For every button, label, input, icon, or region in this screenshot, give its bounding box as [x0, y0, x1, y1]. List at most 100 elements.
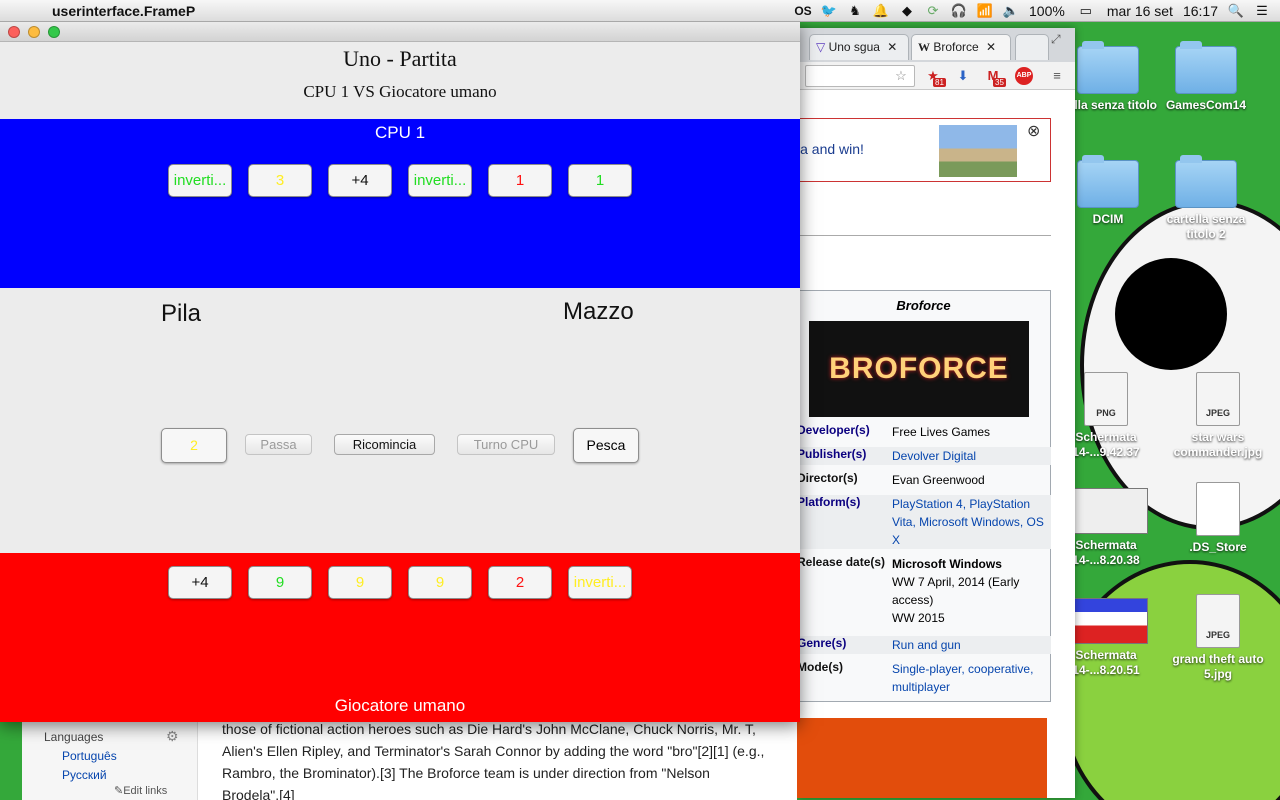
infobox-value[interactable]: Devolver Digital — [892, 447, 1051, 465]
folder-icon — [1175, 155, 1237, 208]
close-window-button[interactable] — [8, 26, 20, 38]
desktop-icon-jpeg-1[interactable]: JPEG star wars commander.jpg — [1168, 372, 1268, 460]
desktop-icon-label: cartella senza titolo 2 — [1166, 212, 1246, 241]
volume-icon[interactable]: 🔈 — [1003, 3, 1019, 19]
fullscreen-icon[interactable]: ⤢ — [1051, 32, 1061, 47]
browser-window: ▽ Uno sgua ✕ W Broforce ✕ ⤢ ☆ ★ 81 ⬇ M 3… — [797, 28, 1075, 798]
cpu-label: CPU 1 — [374, 123, 426, 142]
infobox-key[interactable]: Publisher(s) — [797, 447, 892, 465]
desktop-icon-folder-4[interactable]: cartella senza titolo 2 — [1156, 155, 1256, 242]
jpeg-file-icon: JPEG — [1196, 372, 1240, 426]
infobox: Broforce BROFORCE Developer(s) Free Live… — [797, 290, 1051, 702]
os-icon[interactable]: OS — [794, 3, 811, 19]
infobox-row-mode: Mode(s) Single-player, cooperative, mult… — [797, 660, 1051, 696]
headphones-icon[interactable]: 🎧 — [951, 3, 967, 19]
player-card[interactable]: 9 — [248, 566, 312, 599]
extension-badge: 81 — [933, 78, 946, 87]
search-icon[interactable]: 🔍 — [1228, 3, 1244, 19]
article-text: those of fictional action heroes such as… — [222, 718, 792, 800]
minimize-window-button[interactable] — [28, 26, 40, 38]
desktop-icon-label: Schermata 14-...8.20.51 — [1072, 648, 1140, 677]
cartoon-eye-pupil — [1115, 258, 1227, 370]
desktop-icon-ds-store[interactable]: .DS_Store — [1168, 482, 1268, 555]
app-name-menu[interactable]: userinterface.FrameP — [52, 3, 195, 19]
wifi-icon[interactable]: 📶 — [977, 3, 993, 19]
infobox-key[interactable]: Developer(s) — [797, 423, 892, 441]
list-icon[interactable]: ☰ — [1254, 3, 1270, 19]
wikipedia-lower-content: Languages ⚙ Português Русский ✎Edit link… — [22, 712, 797, 800]
desktop-icon-jpeg-2[interactable]: JPEG grand theft auto 5.jpg — [1168, 594, 1268, 682]
twitter-icon[interactable]: 🐦 — [821, 3, 837, 19]
bookmark-star-icon[interactable]: ☆ — [891, 66, 911, 86]
human-hand-panel: +4 9 9 9 2 inverti... Giocatore umano — [0, 553, 800, 722]
deck-label: Mazzo — [563, 298, 634, 325]
file-type-label: PNG — [1096, 408, 1116, 418]
desktop-icon-label: .DS_Store — [1189, 540, 1247, 554]
player-card[interactable]: 9 — [328, 566, 392, 599]
draw-button[interactable]: Pesca — [573, 428, 639, 463]
infobox-value: Microsoft Windows WW 7 April, 2014 (Earl… — [892, 555, 1051, 627]
infobox-title: Broforce — [896, 298, 951, 313]
player-card[interactable]: +4 — [168, 566, 232, 599]
desktop-icon-label: grand theft auto 5.jpg — [1172, 652, 1264, 681]
new-tab-button[interactable] — [1015, 34, 1049, 60]
infobox-row-publisher: Publisher(s) Devolver Digital — [797, 447, 1051, 465]
pencil-icon: ✎ — [114, 785, 124, 797]
player-card[interactable]: 2 — [488, 566, 552, 599]
desktop-icon-folder-2[interactable]: GamesCom14 — [1156, 41, 1256, 113]
file-icon — [1196, 482, 1240, 536]
file-type-label: JPEG — [1205, 408, 1230, 418]
game-subtitle: CPU 1 VS Giocatore umano — [303, 82, 497, 101]
infobox-row-genre: Genre(s) Run and gun — [797, 636, 1051, 654]
ad-banner[interactable]: ia and win! ⊗ — [797, 118, 1051, 182]
evernote-icon[interactable]: ♞ — [847, 3, 863, 19]
jpeg-file-icon: JPEG — [1196, 594, 1240, 648]
language-link[interactable]: Русский — [62, 768, 107, 782]
player-card[interactable]: 9 — [408, 566, 472, 599]
infobox-value: Evan Greenwood — [892, 473, 985, 487]
menubar-date[interactable]: mar 16 set — [1107, 3, 1173, 19]
close-icon[interactable]: ✕ — [887, 40, 897, 54]
close-icon[interactable]: ✕ — [986, 40, 996, 54]
zoom-window-button[interactable] — [48, 26, 60, 38]
infobox-value[interactable]: Single-player, cooperative, multiplayer — [892, 660, 1051, 696]
release-date: WW 2015 — [892, 611, 945, 625]
edit-links-label: Edit links — [123, 785, 168, 797]
infobox-key[interactable]: Genre(s) — [797, 636, 892, 654]
dropbox-icon[interactable]: ◆ — [899, 3, 915, 19]
browser-tab-broforce[interactable]: W Broforce ✕ — [911, 34, 1011, 60]
browser-tab-bar: ▽ Uno sgua ✕ W Broforce ✕ ⤢ — [797, 28, 1075, 62]
close-icon[interactable]: ⊗ — [1027, 121, 1040, 141]
language-link[interactable]: Português — [62, 749, 117, 763]
adblock-icon[interactable]: ABP — [1015, 67, 1033, 85]
menubar-clock[interactable]: 16:17 — [1183, 3, 1218, 19]
download-icon[interactable]: ⬇ — [953, 66, 973, 86]
cpu-card: 3 — [248, 164, 312, 197]
bell-icon[interactable]: 🔔 — [873, 3, 889, 19]
edit-links[interactable]: ✎Edit links — [114, 784, 167, 797]
sync-icon[interactable]: ⟳ — [925, 3, 941, 19]
desktop-icon-label: DCIM — [1092, 212, 1124, 226]
desktop-icon-label: GamesCom14 — [1165, 98, 1247, 112]
gear-icon[interactable]: ⚙ — [166, 728, 179, 745]
browser-tab-uno[interactable]: ▽ Uno sgua ✕ — [809, 34, 909, 60]
infobox-key[interactable]: Platform(s) — [797, 495, 892, 549]
tab-favicon-icon: ▽ — [816, 40, 826, 54]
folder-icon — [1175, 41, 1237, 94]
cpu-card: 1 — [568, 164, 632, 197]
infobox-value[interactable]: Run and gun — [892, 636, 1051, 654]
banner-castle-image — [939, 125, 1017, 177]
player-card[interactable]: inverti... — [568, 566, 632, 599]
infobox-row-release: Release date(s) Microsoft Windows WW 7 A… — [797, 555, 1051, 627]
screenshot-thumbnail — [1064, 598, 1148, 644]
window-titlebar[interactable] — [0, 22, 800, 42]
pass-button[interactable]: Passa — [245, 434, 312, 455]
battery-icon[interactable]: ▭ — [1075, 3, 1097, 19]
infobox-row-developer: Developer(s) Free Lives Games — [797, 423, 1051, 441]
infobox-value[interactable]: PlayStation 4, PlayStation Vita, Microso… — [892, 495, 1051, 549]
wikipedia-icon: W — [918, 40, 930, 54]
menu-icon[interactable]: ≡ — [1047, 66, 1067, 86]
restart-button[interactable]: Ricomincia — [334, 434, 435, 455]
languages-heading: Languages — [44, 730, 104, 744]
cpu-turn-button[interactable]: Turno CPU — [457, 434, 555, 455]
